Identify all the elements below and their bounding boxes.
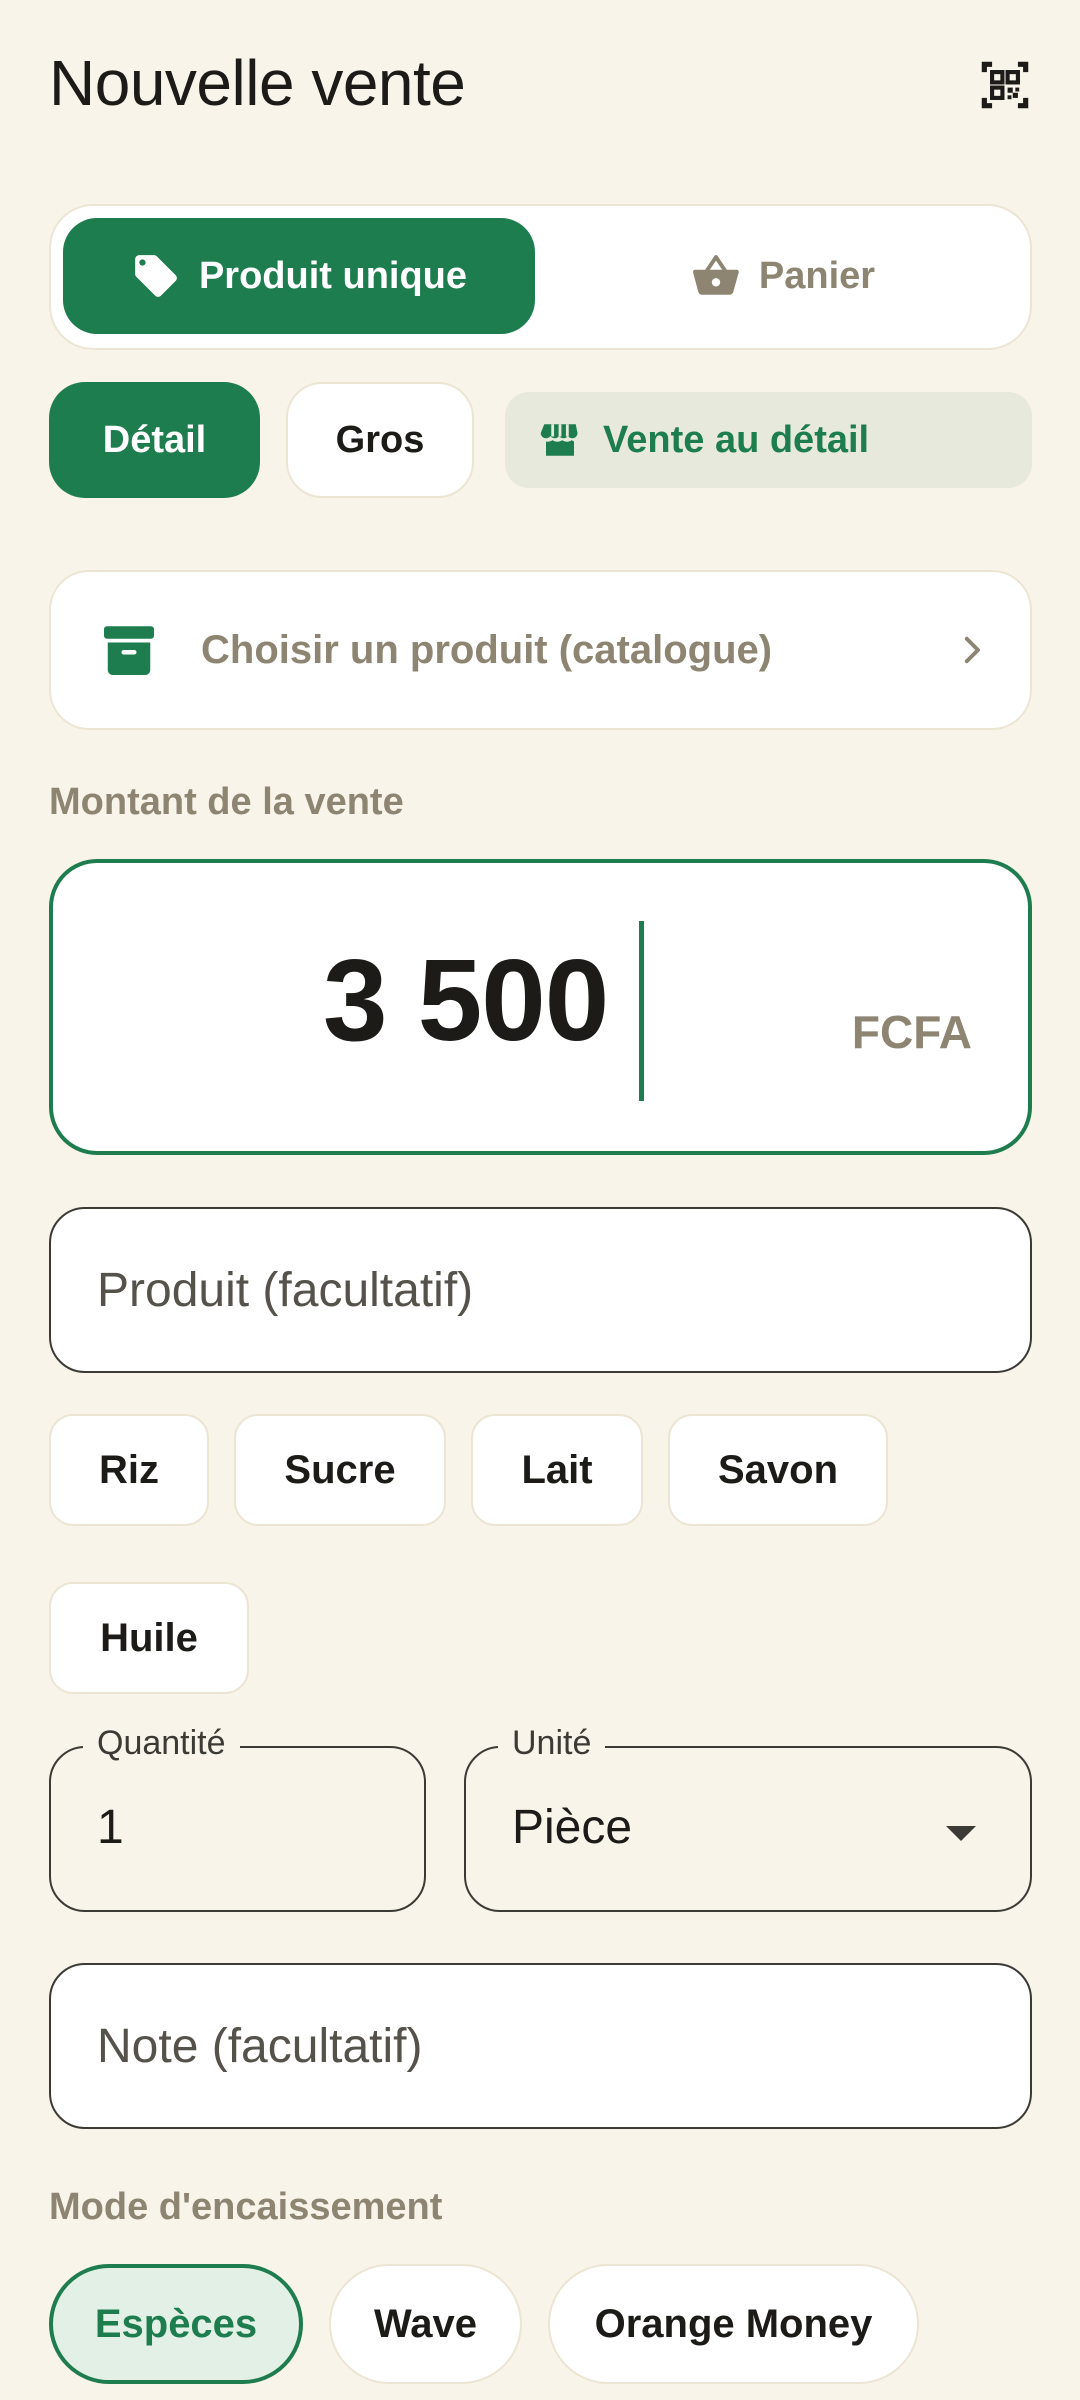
payment-cash-button[interactable]: Espèces [49, 2264, 303, 2384]
catalog-picker-button[interactable]: Choisir un produit (catalogue) [49, 570, 1032, 730]
note-input[interactable]: Note (facultatif) [49, 1963, 1032, 2129]
basket-icon [692, 255, 739, 295]
suggestion-chip-label: Savon [717, 1447, 839, 1492]
payment-wave-button[interactable]: Wave [329, 2264, 522, 2384]
tag-icon [135, 255, 177, 297]
sale-type-badge: Vente au détail [505, 392, 1032, 488]
mode-single-product-label: Produit unique [198, 254, 468, 297]
mode-single-product-button[interactable]: Produit unique [63, 218, 535, 334]
payment-orange-money-button[interactable]: Orange Money [548, 2264, 919, 2384]
amount-label: Montant de la vente [49, 781, 404, 823]
suggestion-chip-label: Lait [521, 1447, 593, 1492]
payment-method-label: Mode d'encaissement [49, 2186, 443, 2228]
suggestion-chip-label: Huile [100, 1615, 198, 1660]
currency-label: FCFA [851, 1006, 972, 1058]
unit-select[interactable]: Unité Pièce [464, 1724, 1032, 1912]
mode-basket-label: Panier [758, 254, 876, 297]
dropdown-arrow-icon [946, 1826, 976, 1841]
suggestion-chip-huile[interactable]: Huile [49, 1582, 249, 1694]
suggestion-chip-label: Sucre [284, 1447, 396, 1492]
suggestion-chip-riz[interactable]: Riz [49, 1414, 209, 1526]
page-title: Nouvelle vente [49, 47, 466, 119]
store-icon [540, 424, 578, 456]
payment-orange-money-label: Orange Money [594, 2301, 873, 2346]
mode-basket-button[interactable]: Panier [545, 218, 1021, 334]
unit-label: Unité [498, 1724, 606, 1763]
suggestion-chip-lait[interactable]: Lait [471, 1414, 643, 1526]
amount-input[interactable]: 3 500 FCFA [49, 859, 1032, 1155]
quantity-label: Quantité [83, 1724, 240, 1763]
suggestion-chip-label: Riz [99, 1447, 159, 1492]
chevron-right-icon [964, 636, 980, 664]
text-cursor [639, 921, 644, 1101]
note-placeholder: Note (facultatif) [97, 2019, 423, 2073]
quantity-value: 1 [97, 1801, 124, 1854]
catalog-picker-label: Choisir un produit (catalogue) [201, 627, 773, 672]
product-name-placeholder: Produit (facultatif) [97, 1263, 474, 1317]
archive-box-icon [104, 626, 154, 675]
price-wholesale-label: Gros [335, 418, 425, 461]
suggestion-chip-sucre[interactable]: Sucre [234, 1414, 446, 1526]
quantity-input[interactable]: Quantité 1 [49, 1724, 426, 1912]
payment-cash-label: Espèces [94, 2301, 258, 2346]
price-detail-button[interactable]: Détail [49, 382, 260, 498]
product-name-input[interactable]: Produit (facultatif) [49, 1207, 1032, 1373]
price-wholesale-button[interactable]: Gros [286, 382, 474, 498]
price-detail-label: Détail [102, 418, 207, 461]
sale-mode-toggle: Produit unique Panier [49, 204, 1032, 350]
amount-value: 3 500 [323, 935, 609, 1065]
suggestion-chip-savon[interactable]: Savon [668, 1414, 888, 1526]
payment-wave-label: Wave [373, 2301, 477, 2346]
sale-type-badge-label: Vente au détail [603, 418, 870, 461]
qr-code-icon [981, 61, 1029, 109]
scan-qr-button[interactable] [970, 50, 1040, 120]
unit-value: Pièce [512, 1801, 633, 1854]
